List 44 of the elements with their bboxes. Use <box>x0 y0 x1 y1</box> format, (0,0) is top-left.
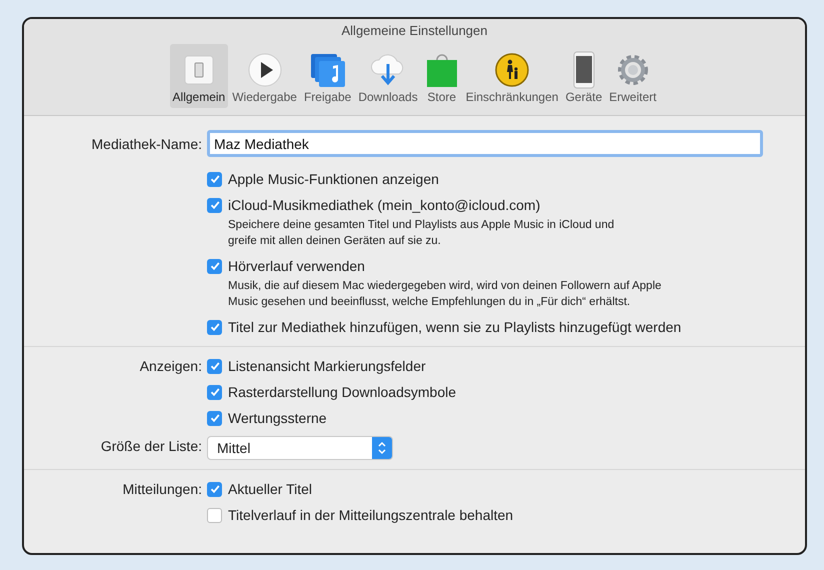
shopping-bag-icon <box>424 52 459 88</box>
field-label: Mediathek-Name: <box>92 135 202 154</box>
toolbar-tab[interactable]: Wiedergabe <box>229 44 300 108</box>
toolbar-tab[interactable]: Downloads <box>355 44 421 108</box>
toolbar-tab[interactable]: Geräte <box>562 44 606 108</box>
window-title: Allgemeine Einstellungen <box>342 23 488 39</box>
checkbox-label: Rasterdarstellung Downloadsymbole <box>228 383 456 402</box>
field-label: Größe der Liste: <box>100 437 202 456</box>
checkbox[interactable] <box>207 172 222 186</box>
play-icon <box>246 52 283 88</box>
toolbar-tab[interactable]: Erweitert <box>606 44 660 108</box>
stepper-icon <box>377 441 387 455</box>
checkbox[interactable] <box>207 410 222 426</box>
music-note-icon <box>308 52 347 88</box>
list-size-dropdown[interactable]: Mittel <box>207 436 393 460</box>
description-text: Speichere deine gesamten Titel und Playlists aus Apple Music in iCloud und <box>228 218 614 233</box>
library-name-field[interactable]: Maz Mediathek <box>207 130 763 157</box>
checkbox-label: Apple Music-Funktionen anzeigen <box>228 170 439 189</box>
checkbox[interactable] <box>207 482 222 496</box>
checkbox-label: Listenansicht Markierungsfelder <box>228 357 426 376</box>
toolbar-tab[interactable]: Store <box>422 44 462 108</box>
checkbox[interactable] <box>207 384 222 400</box>
switch-icon <box>182 54 215 86</box>
checkbox-label: Titelverlauf in der Mitteilungszentrale behalten <box>228 506 514 525</box>
phone-icon <box>572 51 595 89</box>
toolbar-tab[interactable]: Einschränkungen <box>462 44 562 108</box>
checkbox[interactable] <box>207 320 222 334</box>
checkbox-label: Wertungssterne <box>228 409 327 428</box>
checkbox-label: Hörverlauf verwenden <box>228 257 365 276</box>
field-label: Anzeigen: <box>140 357 202 376</box>
checkbox[interactable] <box>207 508 222 522</box>
toolbar-tab[interactable]: Allgemein <box>170 44 228 108</box>
checkbox[interactable] <box>207 358 222 374</box>
checkbox-label: iCloud-Musikmediathek (mein_konto@icloud.com) <box>228 196 540 215</box>
parental-sign-icon <box>494 52 530 88</box>
description-text: greife mit allen deinen Geräten auf sie zu. <box>228 234 442 249</box>
checkbox-label: Titel zur Mediathek hinzufügen, wenn sie zu Playlists hinzugefügt werden <box>228 318 682 337</box>
field-label: Mitteilungen: <box>122 480 202 499</box>
checkbox[interactable] <box>207 258 222 274</box>
checkbox-label: Aktueller Titel <box>228 480 312 499</box>
description-text: Musik, die auf diesem Mac wiedergegeben wird, wird von deinen Followern auf Apple <box>228 279 662 294</box>
toolbar-tab[interactable]: Freigabe <box>300 44 354 108</box>
checkbox[interactable] <box>207 198 222 212</box>
description-text: Music gesehen und beeinflusst, welche Empfehlungen du in „Für dich“ erhältst. <box>228 295 632 310</box>
